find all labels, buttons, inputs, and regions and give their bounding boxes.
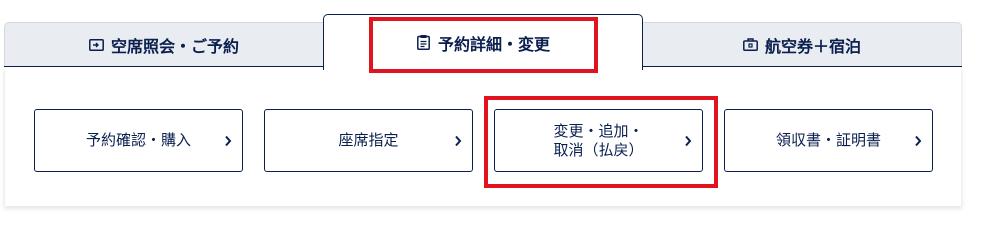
reservation-menu: 空席照会・ご予約 予約詳細・変更 航空券＋宿泊 予約確認・購入 座席指定 変更・…	[0, 0, 996, 221]
tab-divider	[4, 66, 323, 67]
chevron-right-icon	[913, 132, 923, 150]
tab-divider	[643, 66, 962, 67]
button-label: 予約確認・購入	[85, 131, 191, 149]
tab-bar: 空席照会・ご予約 予約詳細・変更 航空券＋宿泊	[0, 0, 996, 70]
receipt-certificate-button[interactable]: 領収書・証明書	[724, 109, 933, 172]
suitcase-icon	[743, 37, 759, 53]
tab-seat-availability-booking[interactable]: 空席照会・ご予約	[4, 22, 323, 66]
tab-flight-hotel[interactable]: 航空券＋宿泊	[643, 22, 962, 66]
chevron-right-icon	[683, 132, 693, 150]
chevron-right-icon	[223, 132, 233, 150]
tab-reservation-details-change[interactable]: 予約詳細・変更	[323, 14, 643, 70]
ticket-icon	[89, 37, 105, 53]
reservation-confirm-purchase-button[interactable]: 予約確認・購入	[34, 109, 243, 172]
seat-selection-button[interactable]: 座席指定	[264, 109, 473, 172]
button-label: 座席指定	[338, 131, 399, 149]
chevron-right-icon	[453, 132, 463, 150]
document-icon	[416, 35, 432, 51]
tab-label: 航空券＋宿泊	[764, 36, 861, 56]
change-add-cancel-refund-button[interactable]: 変更・追加・ 取消（払戻）	[494, 109, 703, 172]
button-label: 変更・追加・ 取消（払戻）	[553, 121, 644, 159]
tab-label: 予約詳細・変更	[437, 34, 550, 54]
tab-label: 空席照会・ご予約	[110, 36, 239, 56]
button-label: 領収書・証明書	[775, 131, 881, 149]
